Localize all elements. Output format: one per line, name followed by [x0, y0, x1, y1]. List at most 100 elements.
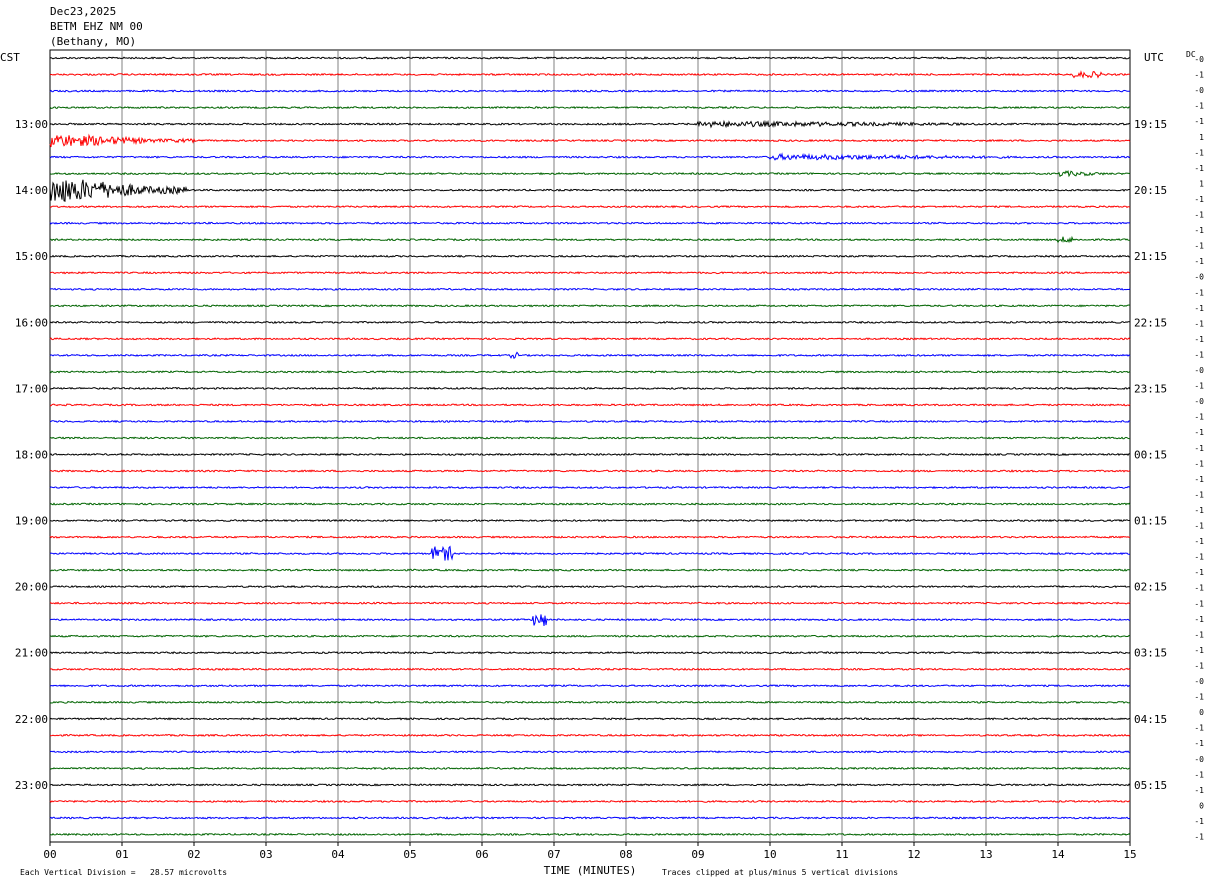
dc-offset-value: -1 — [1194, 724, 1204, 733]
trace-26 — [49, 485, 1131, 490]
dc-offset-value: -0 — [1194, 366, 1204, 375]
trace-1 — [49, 70, 1131, 79]
trace-18 — [49, 351, 1131, 359]
trace-4 — [49, 119, 1131, 129]
dc-offset-value: -1 — [1194, 584, 1204, 593]
cst-hour-label: 22:00 — [15, 713, 48, 726]
dc-offset-value: -0 — [1194, 86, 1204, 95]
trace-3 — [49, 105, 1131, 110]
dc-offset-value: -1 — [1194, 288, 1204, 297]
dc-offset-value: -1 — [1194, 661, 1204, 670]
trace-42 — [49, 750, 1130, 754]
dc-offset-value: -0 — [1194, 397, 1204, 406]
dc-offset-value: -1 — [1194, 475, 1204, 484]
trace-15 — [49, 304, 1131, 308]
dc-offset-value: -1 — [1194, 71, 1204, 80]
dc-offset-value: -0 — [1194, 55, 1204, 64]
utc-hour-label: 02:15 — [1134, 581, 1167, 594]
trace-35 — [49, 634, 1131, 638]
utc-hour-label: 05:15 — [1134, 779, 1167, 792]
utc-hour-label: 04:15 — [1134, 713, 1167, 726]
utc-hour-label: 03:15 — [1134, 647, 1167, 660]
utc-hour-label: 19:15 — [1134, 118, 1167, 131]
trace-11 — [49, 235, 1131, 244]
trace-5 — [49, 133, 1131, 148]
dc-offset-value: -1 — [1194, 599, 1204, 608]
dc-offset-value: -1 — [1194, 304, 1204, 313]
x-tick-label: 02 — [187, 848, 200, 861]
x-tick-label: 09 — [691, 848, 704, 861]
cst-hour-label: 20:00 — [15, 581, 48, 594]
trace-10 — [49, 221, 1131, 225]
trace-34 — [49, 614, 1131, 626]
dc-offset-value: -1 — [1194, 211, 1204, 220]
trace-37 — [49, 667, 1131, 671]
dc-offset-value: -1 — [1194, 148, 1204, 157]
dc-offset-value: -1 — [1194, 522, 1204, 531]
helicorder-chart: 00 01 02 03 04 05 06 07 08 09 10 11 12 13 14 15CST UTC DC… — [0, 49, 1204, 877]
dc-offset-value: -1 — [1194, 428, 1204, 437]
trace-28 — [49, 518, 1131, 523]
trace-16 — [49, 320, 1131, 324]
dc-offset-value: -1 — [1194, 335, 1204, 344]
trace-27 — [49, 502, 1131, 506]
trace-6 — [49, 152, 1131, 161]
dc-offset-value: -1 — [1194, 786, 1204, 795]
x-tick-label: 12 — [907, 848, 920, 861]
trace-45 — [49, 799, 1131, 804]
cst-axis-label: CST — [0, 51, 20, 64]
trace-31 — [49, 568, 1131, 572]
trace-41 — [49, 733, 1131, 738]
dc-offset-value: -1 — [1194, 444, 1204, 453]
trace-38 — [49, 684, 1131, 688]
trace-17 — [49, 337, 1131, 341]
trace-47 — [49, 832, 1131, 837]
trace-43 — [49, 766, 1131, 770]
dc-offset-value: 1 — [1199, 179, 1204, 188]
dc-offset-value: -0 — [1194, 273, 1204, 282]
dc-offset-value: 1 — [1199, 133, 1204, 142]
cst-hour-label: 23:00 — [15, 779, 48, 792]
cst-hour-label: 15:00 — [15, 250, 48, 263]
dc-offset-value: -1 — [1194, 568, 1204, 577]
trace-14 — [49, 287, 1131, 291]
dc-offset-value: -1 — [1194, 646, 1204, 655]
trace-33 — [49, 601, 1131, 605]
trace-7 — [49, 169, 1131, 178]
dc-offset-value: -1 — [1194, 242, 1204, 251]
dc-offset-value: -1 — [1194, 693, 1204, 702]
dc-offset-value: 0 — [1199, 801, 1204, 810]
dc-offset-value: -0 — [1194, 755, 1204, 764]
dc-offset-value: -1 — [1194, 817, 1204, 826]
trace-24 — [49, 452, 1131, 457]
trace-23 — [49, 436, 1131, 440]
trace-21 — [49, 403, 1131, 407]
cst-hour-label: 14:00 — [15, 184, 48, 197]
cst-hour-label: 17:00 — [15, 382, 48, 395]
utc-hour-label: 00:15 — [1134, 448, 1167, 461]
cst-hour-label: 21:00 — [15, 647, 48, 660]
x-tick-label: 08 — [619, 848, 632, 861]
dc-offset-value: -1 — [1194, 739, 1204, 748]
cst-hour-label: 19:00 — [15, 515, 48, 528]
trace-12 — [50, 254, 1131, 258]
x-tick-label: 03 — [259, 848, 272, 861]
trace-8 — [49, 179, 1130, 202]
trace-30 — [49, 545, 1131, 561]
x-tick-label: 07 — [547, 848, 560, 861]
utc-hour-label: 22:15 — [1134, 316, 1167, 329]
dc-offset-value: -1 — [1194, 413, 1204, 422]
dc-offset-value: -1 — [1194, 319, 1204, 328]
trace-44 — [49, 783, 1131, 787]
x-tick-label: 13 — [979, 848, 992, 861]
x-tick-label: 01 — [115, 848, 128, 861]
trace-19 — [49, 370, 1131, 374]
trace-29 — [49, 535, 1131, 539]
trace-32 — [49, 585, 1131, 589]
dc-offset-value: -1 — [1194, 117, 1204, 126]
x-tick-label: 05 — [403, 848, 416, 861]
dc-offset-value: -1 — [1194, 537, 1204, 546]
trace-20 — [49, 386, 1131, 391]
trace-2 — [49, 89, 1130, 93]
plot-frame — [49, 49, 1131, 843]
